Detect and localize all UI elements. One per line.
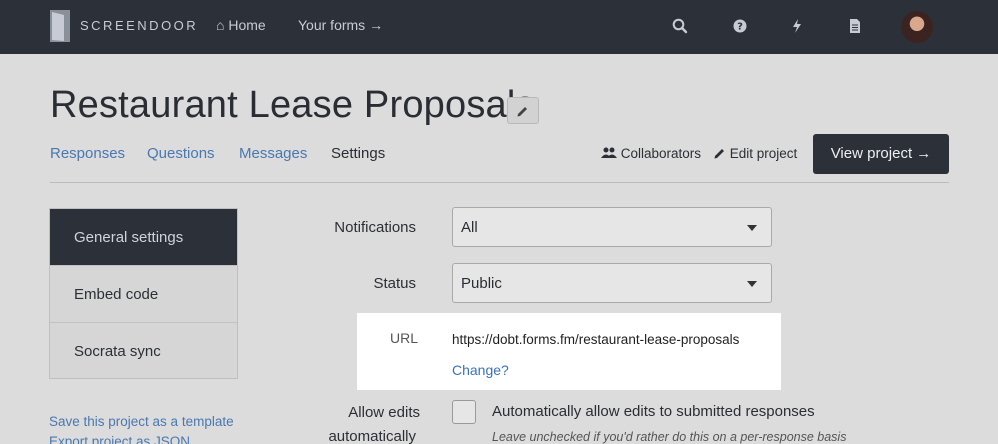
header-divider [50, 182, 949, 183]
sidebar-item-general-settings[interactable]: General settings [50, 209, 237, 266]
tab-settings[interactable]: Settings [331, 145, 385, 162]
status-select[interactable]: Public [452, 263, 772, 303]
settings-sidebar: General settings Embed code Socrata sync [49, 208, 238, 379]
notifications-select[interactable]: All [452, 207, 772, 247]
nav-home-link[interactable]: ⌂ Home [216, 17, 266, 33]
change-url-link[interactable]: Change? [452, 362, 509, 378]
allow-edits-label-line1: Allow edits [348, 404, 420, 421]
allow-edits-label-line2: automatically [328, 428, 416, 444]
edit-title-button[interactable] [507, 97, 539, 124]
allow-edits-checkbox-label[interactable]: Automatically allow edits to submitted r… [492, 403, 815, 420]
allow-edits-checkbox[interactable] [452, 400, 476, 424]
svg-text:?: ? [737, 22, 743, 33]
document-icon[interactable] [846, 17, 864, 35]
notifications-value: All [461, 219, 478, 236]
help-icon[interactable]: ? [731, 17, 749, 35]
pencil-icon [714, 149, 724, 159]
page-title: Restaurant Lease Proposals [50, 84, 535, 126]
status-value: Public [461, 275, 502, 292]
nav-home-label: Home [228, 17, 266, 33]
edit-project-link[interactable]: Edit project [714, 146, 797, 161]
tab-questions[interactable]: Questions [147, 145, 215, 162]
save-as-template-link[interactable]: Save this project as a template [49, 414, 234, 429]
tab-messages[interactable]: Messages [239, 145, 307, 162]
edit-project-label: Edit project [729, 146, 798, 161]
search-icon[interactable] [671, 17, 689, 35]
chevron-down-icon [747, 225, 757, 231]
top-navbar: SCREENDOOR ⌂ Home Your forms → ? [0, 0, 998, 54]
export-json-link[interactable]: Export project as JSON [49, 434, 190, 444]
collaborators-label: Collaborators [620, 146, 702, 161]
pencil-icon [517, 107, 527, 117]
sidebar-item-socrata-sync[interactable]: Socrata sync [50, 323, 237, 380]
avatar[interactable] [901, 11, 933, 43]
nav-your-forms-link[interactable]: Your forms → [298, 17, 383, 33]
tab-responses[interactable]: Responses [50, 145, 125, 162]
chevron-down-icon [747, 281, 757, 287]
status-label: Status [373, 275, 416, 292]
collaborators-link[interactable]: Collaborators [601, 146, 701, 161]
url-setting-highlight: URL https://dobt.forms.fm/restaurant-lea… [357, 313, 781, 390]
screendoor-logo-icon[interactable] [50, 10, 70, 42]
brand-name[interactable]: SCREENDOOR [80, 18, 198, 33]
home-icon: ⌂ [216, 17, 225, 33]
url-value: https://dobt.forms.fm/restaurant-lease-p… [452, 332, 740, 347]
notifications-label: Notifications [334, 219, 416, 236]
users-icon [601, 147, 617, 158]
sidebar-item-embed-code[interactable]: Embed code [50, 266, 237, 323]
bolt-icon[interactable] [788, 17, 806, 35]
url-label: URL [390, 330, 419, 346]
view-project-button[interactable]: View project → [813, 134, 949, 174]
allow-edits-hint: Leave unchecked if you'd rather do this … [492, 430, 847, 444]
